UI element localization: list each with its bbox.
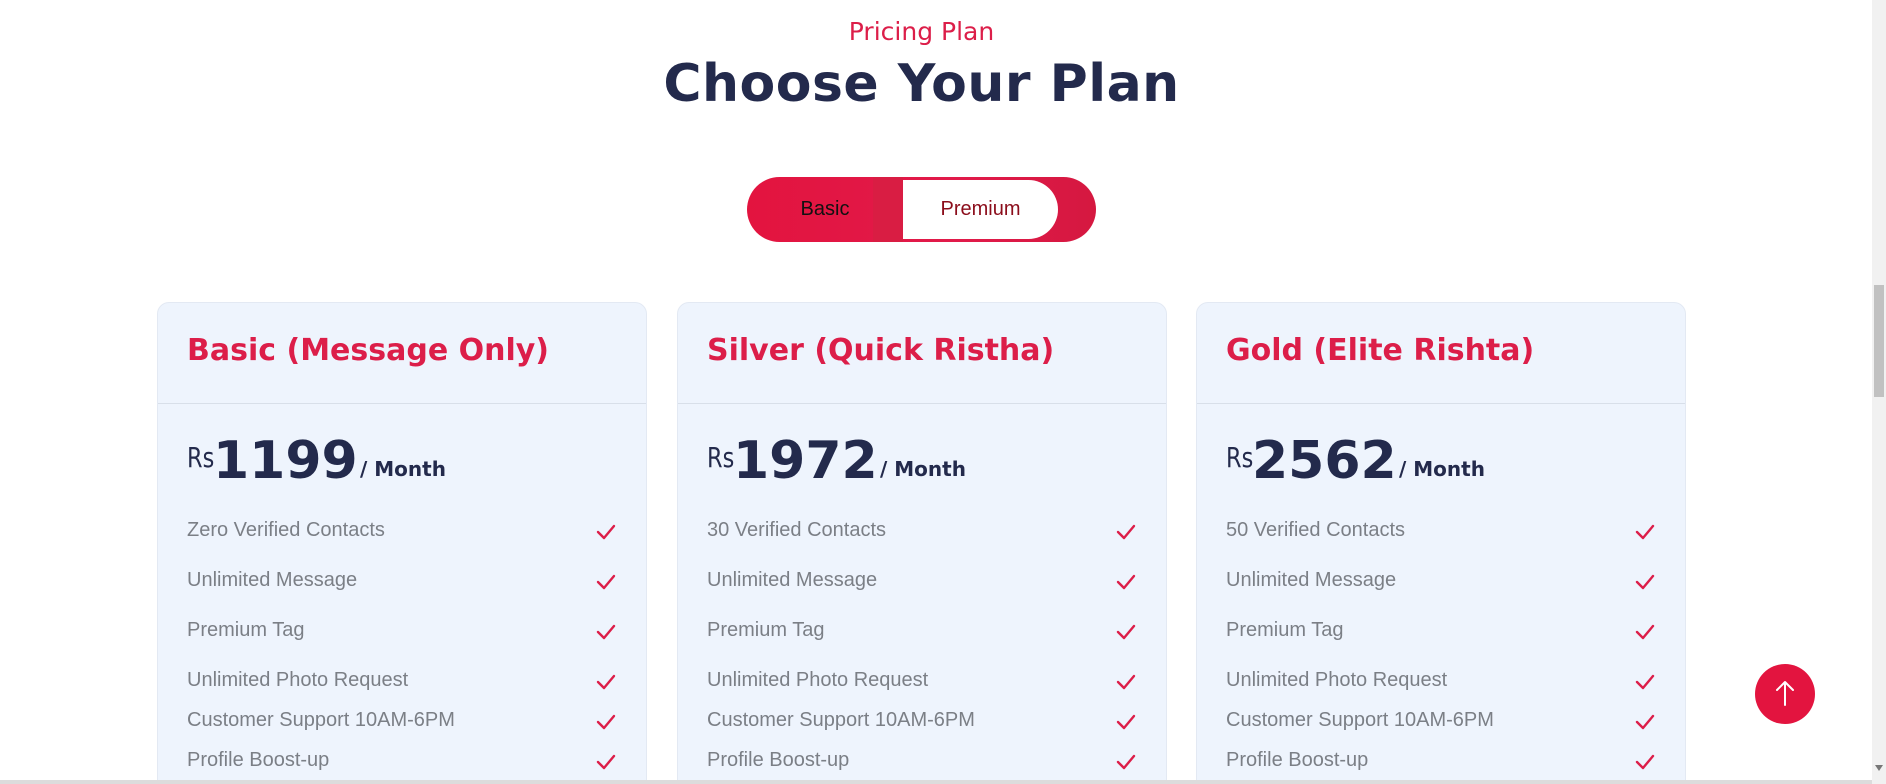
check-icon [1635, 574, 1655, 590]
feature-label: Unlimited Message [1226, 569, 1397, 591]
price-amount: 2562 [1252, 431, 1397, 491]
feature-label: Profile Boost-up [1226, 749, 1369, 771]
price-amount: 1972 [733, 431, 878, 491]
feature-item: Unlimited Message [707, 569, 1137, 599]
price-amount: 1199 [213, 431, 358, 491]
feature-label: Premium Tag [187, 619, 305, 641]
price-period: / Month [360, 457, 446, 481]
feature-item: Customer Support 10AM-6PM [1226, 709, 1656, 739]
feature-label: Customer Support 10AM-6PM [187, 709, 455, 731]
price-period: / Month [880, 457, 966, 481]
scroll-down-arrow-icon[interactable] [1875, 765, 1883, 771]
feature-item: Unlimited Message [187, 569, 617, 599]
feature-label: Premium Tag [1226, 619, 1344, 641]
check-icon [1635, 624, 1655, 640]
feature-item: Unlimited Photo Request [707, 669, 1137, 699]
feature-label: Premium Tag [707, 619, 825, 641]
check-icon [1116, 674, 1136, 690]
feature-item: Unlimited Message [1226, 569, 1656, 599]
check-icon [1635, 754, 1655, 770]
feature-label: Unlimited Photo Request [1226, 669, 1448, 691]
feature-item: 50 Verified Contacts [1226, 519, 1656, 549]
vertical-scrollbar[interactable] [1872, 0, 1886, 784]
feature-item: 30 Verified Contacts [707, 519, 1137, 549]
plan-name: Gold (Elite Rishta) [1226, 333, 1535, 368]
feature-item: Profile Boost-up [707, 749, 1137, 779]
feature-item: Profile Boost-up [1226, 749, 1656, 779]
feature-label: Zero Verified Contacts [187, 519, 385, 541]
plan-name: Basic (Message Only) [187, 333, 550, 368]
feature-item: Customer Support 10AM-6PM [707, 709, 1137, 739]
feature-label: Unlimited Message [707, 569, 878, 591]
feature-label: 30 Verified Contacts [707, 519, 886, 541]
page-title: Choose Your Plan [663, 54, 1180, 114]
feature-label: Profile Boost-up [187, 749, 330, 771]
toggle-premium-button[interactable]: Premium [903, 180, 1058, 239]
feature-item: Customer Support 10AM-6PM [187, 709, 617, 739]
plan-card-header: Basic (Message Only) [158, 303, 646, 404]
section-eyebrow: Pricing Plan [848, 17, 995, 46]
check-icon [596, 624, 616, 640]
check-icon [1116, 574, 1136, 590]
feature-label: Unlimited Message [187, 569, 358, 591]
check-icon [1116, 624, 1136, 640]
currency-symbol: Rs [1226, 441, 1254, 474]
feature-item: Zero Verified Contacts [187, 519, 617, 549]
check-icon [596, 524, 616, 540]
check-icon [596, 674, 616, 690]
plan-card-header: Silver (Quick Ristha) [678, 303, 1166, 404]
toggle-divider [873, 177, 903, 242]
feature-item: Unlimited Photo Request [1226, 669, 1656, 699]
horizontal-divider [0, 780, 1872, 784]
feature-label: 50 Verified Contacts [1226, 519, 1405, 541]
check-icon [1116, 714, 1136, 730]
check-icon [1635, 674, 1655, 690]
currency-symbol: Rs [707, 441, 735, 474]
feature-item: Premium Tag [707, 619, 1137, 649]
feature-item: Profile Boost-up [187, 749, 617, 779]
feature-label: Profile Boost-up [707, 749, 850, 771]
plan-card-basic: Basic (Message Only) Rs 1199 / Month Zer… [157, 302, 647, 780]
price-period: / Month [1399, 457, 1485, 481]
plan-card-silver: Silver (Quick Ristha) Rs 1972 / Month 30… [677, 302, 1167, 780]
pricing-section: Pricing Plan Choose Your Plan Basic Prem… [0, 0, 1872, 780]
check-icon [1116, 754, 1136, 770]
feature-label: Unlimited Photo Request [187, 669, 409, 691]
scrollbar-thumb[interactable] [1874, 285, 1884, 397]
feature-item: Unlimited Photo Request [187, 669, 617, 699]
feature-item: Premium Tag [187, 619, 617, 649]
plan-card-gold: Gold (Elite Rishta) Rs 2562 / Month 50 V… [1196, 302, 1686, 780]
check-icon [596, 714, 616, 730]
plan-toggle: Basic Premium [747, 177, 1096, 242]
plan-card-header: Gold (Elite Rishta) [1197, 303, 1685, 404]
check-icon [1635, 714, 1655, 730]
arrow-up-icon [1776, 681, 1794, 706]
feature-label: Customer Support 10AM-6PM [1226, 709, 1494, 731]
scroll-to-top-button[interactable] [1755, 664, 1815, 724]
feature-label: Customer Support 10AM-6PM [707, 709, 975, 731]
feature-item: Premium Tag [1226, 619, 1656, 649]
check-icon [596, 754, 616, 770]
plan-name: Silver (Quick Ristha) [707, 333, 1055, 368]
check-icon [1635, 524, 1655, 540]
feature-label: Unlimited Photo Request [707, 669, 929, 691]
currency-symbol: Rs [187, 441, 215, 474]
toggle-basic-button[interactable]: Basic [775, 177, 875, 242]
check-icon [1116, 524, 1136, 540]
check-icon [596, 574, 616, 590]
